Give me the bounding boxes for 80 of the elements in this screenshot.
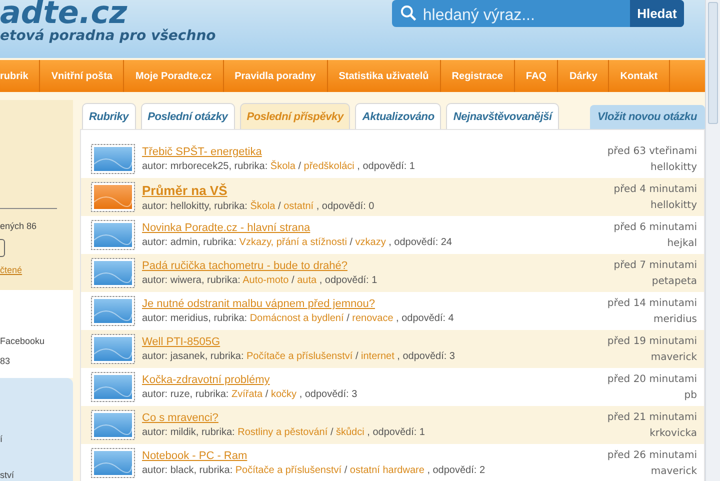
post-time: před 7 minutami: [614, 260, 697, 270]
post-title-link[interactable]: Novinka Poradte.cz - hlavní strana: [142, 222, 310, 234]
nav-link[interactable]: Moje Poradte.cz: [124, 60, 224, 92]
site-tagline: etová poradna pro všechno: [0, 28, 216, 44]
nav-link[interactable]: Pravidla poradny: [224, 60, 328, 92]
post-time: před 4 minutami: [614, 184, 697, 194]
subcategory-link[interactable]: renovace: [352, 313, 394, 324]
post-meta: autor: mrborecek25, rubrika: Škola / předškoláci , odpovědí: 1: [142, 161, 416, 172]
category-link[interactable]: Počítače a příslušenství: [235, 465, 342, 476]
tab[interactable]: Nejnavštěvovanější: [446, 103, 559, 129]
nav-link[interactable]: Kontakt: [609, 60, 670, 92]
nav-link[interactable]: Vnitřní pošta: [40, 60, 124, 92]
subcategory-link[interactable]: ostatní hardware: [350, 465, 424, 476]
post-time: před 20 minutami: [607, 374, 697, 384]
post-user: hellokitty: [650, 162, 697, 172]
post-meta: autor: black, rubrika: Počítače a příslušenství / ostatní hardware , odpovědí: 2: [142, 465, 486, 476]
sidebar-text: 83: [0, 356, 12, 366]
nav-link[interactable]: rubrik: [0, 60, 40, 92]
scrollbar-thumb[interactable]: [708, 2, 718, 124]
subcategory-link[interactable]: předškoláci: [304, 161, 354, 172]
category-link[interactable]: Zvířata: [232, 389, 263, 400]
category-link[interactable]: Domácnost a bydlení: [250, 313, 344, 324]
nav-link[interactable]: FAQ: [514, 60, 558, 92]
sidebar-link[interactable]: čtené: [0, 265, 73, 275]
post-meta: autor: ruze, rubrika: Zvířata / kočky , odpovědí: 3: [142, 389, 358, 400]
post-title-link[interactable]: Průměr na VŠ: [142, 182, 228, 198]
nav-link[interactable]: Statistika uživatelů: [328, 60, 441, 92]
search-field[interactable]: hledaný výraz... Hledat: [392, 0, 684, 27]
post-user: maverick: [650, 466, 697, 476]
post-meta: autor: mildik, rubrika: Rostliny a pěstování / škůdci , odpovědí: 1: [142, 427, 426, 438]
post-time: před 21 minutami: [607, 412, 697, 422]
post-user: hejkal: [667, 238, 697, 248]
new-question-button[interactable]: Vložit novou otázku: [590, 105, 705, 129]
subcategory-link[interactable]: kočky: [270, 389, 297, 400]
post-user: hellokitty: [650, 200, 697, 210]
post-time: před 19 minutami: [607, 336, 697, 346]
tab[interactable]: Aktualizováno: [355, 103, 442, 129]
tab[interactable]: Poslední příspěvky: [240, 103, 350, 129]
post-title-link[interactable]: Well PTI-8505G: [142, 336, 220, 348]
search-button[interactable]: Hledat: [630, 0, 684, 27]
nav-link[interactable]: Registrace: [440, 60, 515, 92]
category-link[interactable]: Rostliny a pěstování: [238, 427, 328, 438]
sidebar-menu-item[interactable]: ství: [0, 470, 73, 480]
subcategory-link[interactable]: škůdci: [336, 427, 364, 438]
sidebar-menu-item[interactable]: í: [0, 434, 73, 444]
post-time: před 26 minutami: [607, 450, 697, 460]
category-link[interactable]: Vzkazy, přání a stížnosti: [239, 237, 347, 248]
post-user: maverick: [650, 352, 697, 362]
subcategory-link[interactable]: auta: [297, 275, 317, 286]
category-link[interactable]: Počítače a příslušenství: [246, 351, 353, 362]
post-title-link[interactable]: Co s mravenci?: [142, 412, 218, 424]
post-time: před 63 vteřinami: [607, 146, 697, 156]
category-link[interactable]: Auto-moto: [242, 275, 289, 286]
tab[interactable]: Poslední otázky: [140, 103, 235, 129]
subcategory-link[interactable]: internet: [361, 351, 394, 362]
post-user: krkovicka: [650, 428, 697, 438]
post-time: před 14 minutami: [607, 298, 697, 308]
sidebar-text: ených 86: [0, 221, 38, 231]
post-meta: autor: jasanek, rubrika: Počítače a příslušenství / internet , odpovědí: 3: [142, 351, 456, 362]
post-meta: autor: wiwera, rubrika: Auto-moto / auta , odpovědí: 1: [142, 275, 378, 286]
post-user: pb: [684, 390, 697, 400]
category-link[interactable]: Škola: [250, 200, 276, 212]
subcategory-link[interactable]: vzkazy: [355, 237, 386, 248]
post-title-link[interactable]: Kočka-zdravotní problémy: [142, 374, 270, 386]
subcategory-link[interactable]: ostatní: [284, 200, 314, 212]
category-link[interactable]: Škola: [270, 161, 296, 172]
input-field[interactable]: [0, 239, 5, 257]
nav-link[interactable]: Dárky: [558, 60, 610, 92]
post-title-link[interactable]: Je nutné odstranit malbu vápnem před jemnou?: [142, 298, 375, 310]
tab[interactable]: Rubriky: [82, 103, 136, 129]
post-title-link[interactable]: Padá ručička tachometru - bude to drahé?: [142, 260, 348, 272]
post-meta: autor: meridius, rubrika: Domácnost a bydlení / renovace , odpovědí: 4: [142, 313, 455, 324]
post-time: před 6 minutami: [614, 222, 697, 232]
post-meta: autor: hellokitty, rubrika: Škola / ostatní , odpovědí: 0: [142, 200, 376, 212]
post-title-link[interactable]: Třebič SPŠT- energetika: [142, 146, 262, 158]
post-title-link[interactable]: Notebook - PC - Ram: [142, 450, 248, 462]
sidebar-text: Facebooku: [0, 336, 46, 346]
post-user: meridius: [654, 314, 697, 324]
post-meta: autor: admin, rubrika: Vzkazy, přání a stížnosti / vzkazy , odpovědí: 24: [142, 237, 453, 248]
post-user: petapeta: [652, 276, 697, 286]
